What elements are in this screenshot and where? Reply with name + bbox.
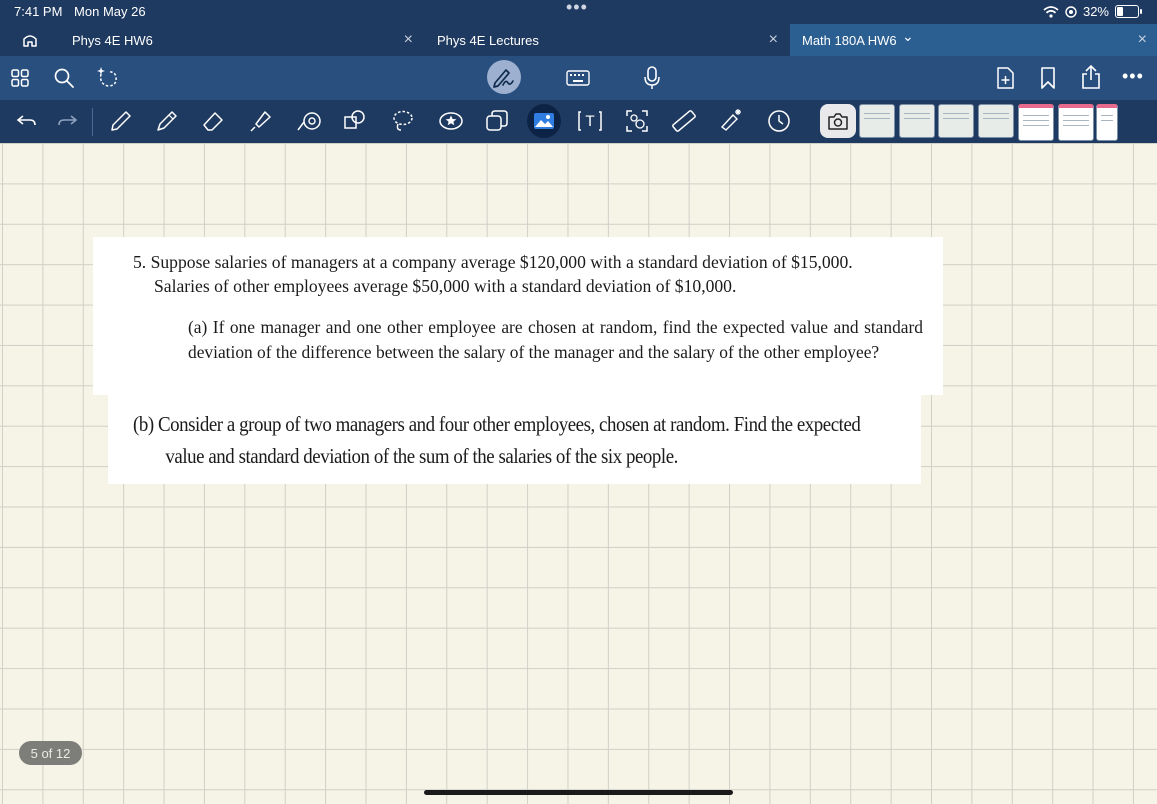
status-bar: 7:41 PM Mon May 26 ••• 32% — [0, 0, 1157, 24]
pen-icon[interactable] — [108, 108, 134, 134]
location-icon — [1065, 5, 1077, 18]
pen-mode-icon[interactable] — [487, 60, 521, 94]
tab-label: Math 180A HW6 — [802, 32, 897, 48]
question-5-text: 5. Suppose salaries of managers at a com… — [133, 250, 923, 298]
search-icon[interactable] — [53, 67, 75, 89]
camera-button[interactable] — [820, 104, 856, 138]
battery-percent: 32% — [1082, 4, 1109, 19]
tab-bar: Phys 4E HW6 × Phys 4E Lectures × Math 18… — [0, 24, 1157, 56]
undo-icon[interactable] — [14, 110, 38, 130]
page-thumbnail[interactable] — [978, 104, 1014, 138]
redo-icon[interactable] — [56, 110, 80, 130]
image-icon[interactable] — [527, 104, 561, 138]
elements-icon[interactable] — [484, 108, 510, 134]
battery-icon — [1115, 5, 1142, 18]
app-chrome: 7:41 PM Mon May 26 ••• 32% Phys 4E HW6 ×… — [0, 0, 1157, 143]
home-indicator[interactable] — [424, 790, 733, 795]
close-icon[interactable]: × — [404, 31, 413, 49]
share-icon[interactable] — [1080, 64, 1102, 90]
shapes-icon[interactable] — [295, 108, 323, 134]
tab-phys-4e-lectures[interactable]: Phys 4E Lectures × — [425, 24, 788, 56]
close-icon[interactable]: × — [1138, 31, 1147, 49]
close-icon[interactable]: × — [769, 31, 778, 49]
svg-text:T: T — [585, 114, 595, 130]
home-button[interactable] — [0, 24, 60, 56]
wifi-icon — [1043, 5, 1059, 18]
bookmark-icon[interactable] — [1039, 66, 1057, 90]
add-page-icon[interactable] — [995, 66, 1015, 90]
home-icon — [23, 35, 37, 47]
grid-icon[interactable] — [10, 68, 30, 88]
pasted-question-5b-image[interactable]: (b) Consider a group of two managers and… — [108, 395, 921, 484]
sticker-icon[interactable] — [438, 108, 464, 134]
highlighter-icon[interactable] — [248, 108, 274, 134]
tab-label: Phys 4E HW6 — [72, 32, 153, 48]
multitasking-dots-icon[interactable]: ••• — [566, 0, 588, 18]
page-thumbnail[interactable] — [859, 104, 895, 138]
question-5-line-1: 5. Suppose salaries of managers at a com… — [133, 252, 853, 272]
keyboard-icon[interactable] — [566, 69, 590, 87]
page-thumbnail[interactable] — [1058, 104, 1094, 141]
tab-phys-4e-hw6[interactable]: Phys 4E HW6 × — [60, 24, 423, 56]
question-5a-text: (a) If one manager and one other employe… — [188, 317, 923, 362]
tab-math-180a-hw6[interactable]: Math 180A HW6 ⌄ × — [790, 24, 1157, 56]
lasso-icon[interactable] — [390, 108, 416, 134]
eraser-icon[interactable] — [200, 108, 226, 134]
text-box-icon[interactable]: T — [576, 108, 604, 134]
clock-icon[interactable] — [766, 108, 792, 134]
scan-icon[interactable] — [624, 108, 650, 134]
tab-label: Phys 4E Lectures — [437, 32, 539, 48]
shape-tool-icon[interactable] — [342, 108, 368, 134]
ai-lasso-icon[interactable] — [95, 65, 121, 91]
question-5b-text: (b) Consider a group of two managers and… — [133, 408, 916, 472]
pasted-question-5-image[interactable]: 5. Suppose salaries of managers at a com… — [93, 237, 943, 395]
status-date: Mon May 26 — [74, 4, 146, 19]
page-thumbnail[interactable] — [1096, 104, 1118, 141]
question-5b-line-1: (b) Consider a group of two managers and… — [133, 412, 861, 436]
pencil-icon[interactable] — [154, 108, 180, 134]
battery-level-fill — [1117, 7, 1123, 16]
page-thumbnail[interactable] — [938, 104, 974, 138]
toolbar-divider — [92, 108, 93, 136]
camera-icon — [828, 113, 848, 130]
chevron-down-icon[interactable]: ⌄ — [902, 28, 914, 45]
status-time: 7:41 PM — [14, 4, 63, 19]
laser-pointer-icon[interactable] — [718, 106, 746, 134]
top-toolbar: ••• — [0, 56, 1157, 100]
microphone-icon[interactable] — [643, 65, 661, 91]
page-thumbnail[interactable] — [899, 104, 935, 138]
question-5b-line-2: value and standard deviation of the sum … — [165, 444, 678, 468]
question-5-line-2: Salaries of other employees average $50,… — [154, 276, 737, 296]
more-icon[interactable]: ••• — [1122, 66, 1144, 87]
page-thumbnail[interactable] — [1018, 104, 1054, 141]
ruler-icon[interactable] — [671, 108, 697, 134]
tools-toolbar: T — [0, 100, 1157, 143]
page-indicator[interactable]: 5 of 12 — [19, 741, 82, 765]
